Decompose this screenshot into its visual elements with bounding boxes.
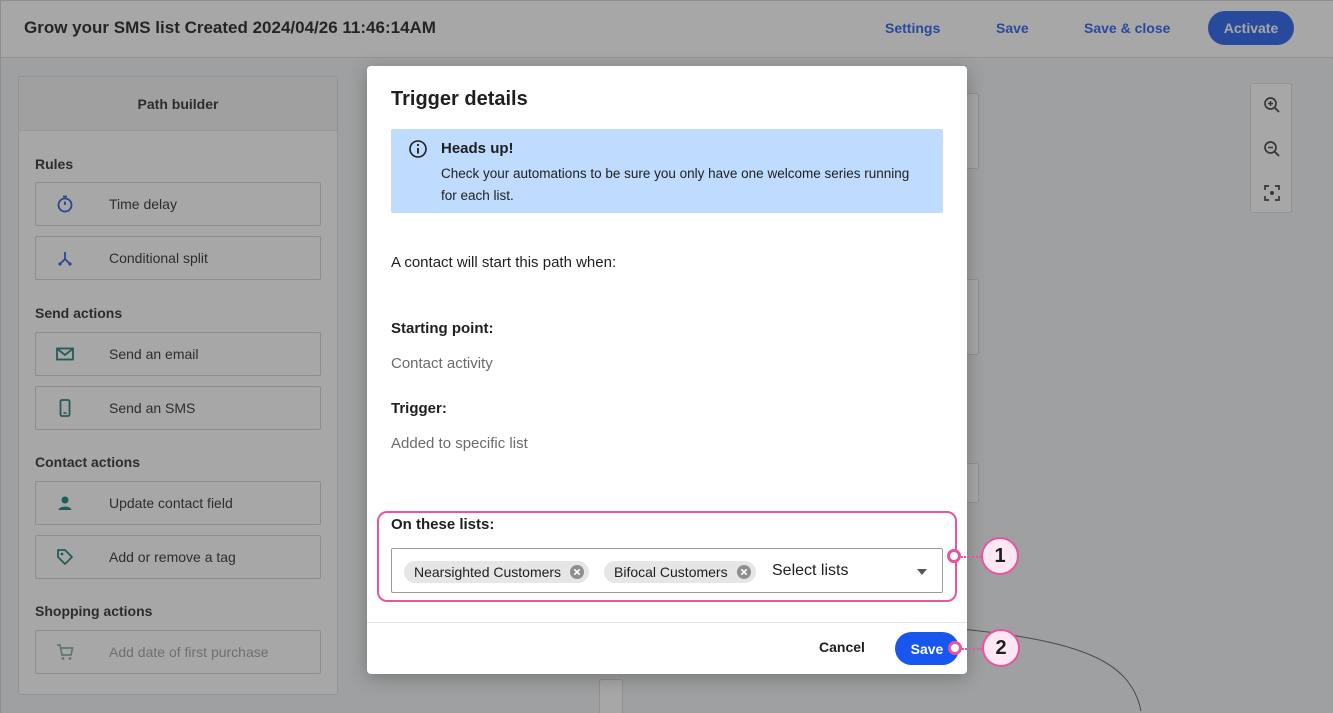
lists-multiselect[interactable]: Nearsighted Customers Bifocal Customers … [391,548,943,593]
callout-badge-2: 2 [982,629,1020,667]
cancel-button[interactable]: Cancel [819,639,865,655]
starting-point-label: Starting point: [391,320,494,337]
heads-up-alert: Heads up! Check your automations to be s… [391,129,943,213]
list-chip: Nearsighted Customers [404,561,590,583]
starting-point-value: Contact activity [391,355,493,372]
callout-badge-1: 1 [981,537,1019,575]
remove-chip-icon[interactable] [736,564,752,580]
list-chip: Bifocal Customers [604,561,756,583]
dialog-footer-divider [367,622,967,623]
trigger-value: Added to specific list [391,435,528,452]
callout-pointer [947,549,961,563]
info-icon [408,139,428,159]
dialog-title: Trigger details [391,88,528,110]
alert-title: Heads up! [441,140,514,157]
trigger-intro-text: A contact will start this path when: [391,254,617,271]
alert-body: Check your automations to be sure you on… [441,166,910,203]
callout-connector [961,556,981,558]
trigger-details-dialog: Trigger details Heads up! Check your aut… [367,66,967,674]
chip-label: Bifocal Customers [614,564,728,580]
chevron-down-icon[interactable] [917,569,927,575]
select-lists-placeholder: Select lists [772,562,849,579]
chip-label: Nearsighted Customers [414,564,562,580]
remove-chip-icon[interactable] [569,564,585,580]
lists-label: On these lists: [391,516,495,533]
callout-connector [962,648,982,650]
callout-pointer [948,641,962,655]
trigger-label: Trigger: [391,400,447,417]
